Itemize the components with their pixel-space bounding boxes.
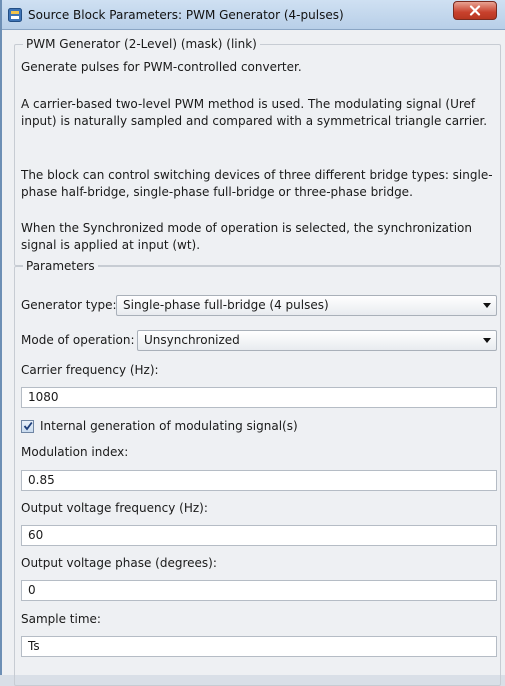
sample-time-field[interactable]: Ts (21, 636, 497, 657)
mode-of-operation-label: Mode of operation: (21, 333, 135, 347)
close-button[interactable] (453, 1, 497, 20)
check-icon (23, 421, 33, 431)
chevron-down-icon (483, 303, 491, 308)
title-bar[interactable]: Source Block Parameters: PWM Generator (… (2, 0, 505, 30)
generator-type-select[interactable]: Single-phase full-bridge (4 pulses) (116, 295, 497, 316)
description-legend: PWM Generator (2-Level) (mask) (link) (23, 37, 260, 51)
modulation-index-value: 0.85 (28, 473, 55, 487)
output-voltage-frequency-field[interactable]: 60 (21, 525, 497, 546)
chevron-down-icon (483, 338, 491, 343)
sample-time-value: Ts (28, 639, 40, 653)
output-voltage-phase-value: 0 (28, 583, 36, 597)
output-voltage-frequency-label: Output voltage frequency (Hz): (21, 501, 208, 515)
parameters-legend: Parameters (23, 259, 98, 273)
mode-of-operation-value: Unsynchronized (144, 333, 240, 347)
output-voltage-phase-label: Output voltage phase (degrees): (21, 556, 217, 570)
carrier-frequency-field[interactable]: 1080 (21, 387, 497, 408)
window-title: Source Block Parameters: PWM Generator (… (28, 8, 344, 22)
output-voltage-frequency-value: 60 (28, 528, 44, 542)
dialog-window: Source Block Parameters: PWM Generator (… (0, 0, 505, 686)
description-paragraph: The block can control switching devices … (21, 168, 493, 199)
internal-generation-label: Internal generation of modulating signal… (40, 419, 298, 433)
description-paragraph: A carrier-based two-level PWM method is … (21, 97, 488, 128)
output-voltage-phase-field[interactable]: 0 (21, 580, 497, 601)
simulink-block-icon (8, 8, 22, 22)
modulation-index-field[interactable]: 0.85 (21, 470, 497, 491)
internal-generation-checkbox[interactable] (21, 420, 34, 433)
generator-type-value: Single-phase full-bridge (4 pulses) (123, 298, 329, 312)
carrier-frequency-label: Carrier frequency (Hz): (21, 363, 159, 377)
generator-type-label: Generator type: (21, 298, 117, 312)
mode-of-operation-select[interactable]: Unsynchronized (137, 330, 497, 351)
close-icon (469, 5, 481, 16)
description-paragraph: When the Synchronized mode of operation … (21, 221, 472, 252)
carrier-frequency-value: 1080 (28, 390, 59, 404)
parameters-group: Parameters Generator type: Single-phase … (14, 259, 501, 686)
modulation-index-label: Modulation index: (21, 445, 129, 459)
description-group: PWM Generator (2-Level) (mask) (link) Ge… (14, 37, 501, 266)
description-paragraph: Generate pulses for PWM-controlled conve… (21, 60, 302, 74)
sample-time-label: Sample time: (21, 612, 101, 626)
